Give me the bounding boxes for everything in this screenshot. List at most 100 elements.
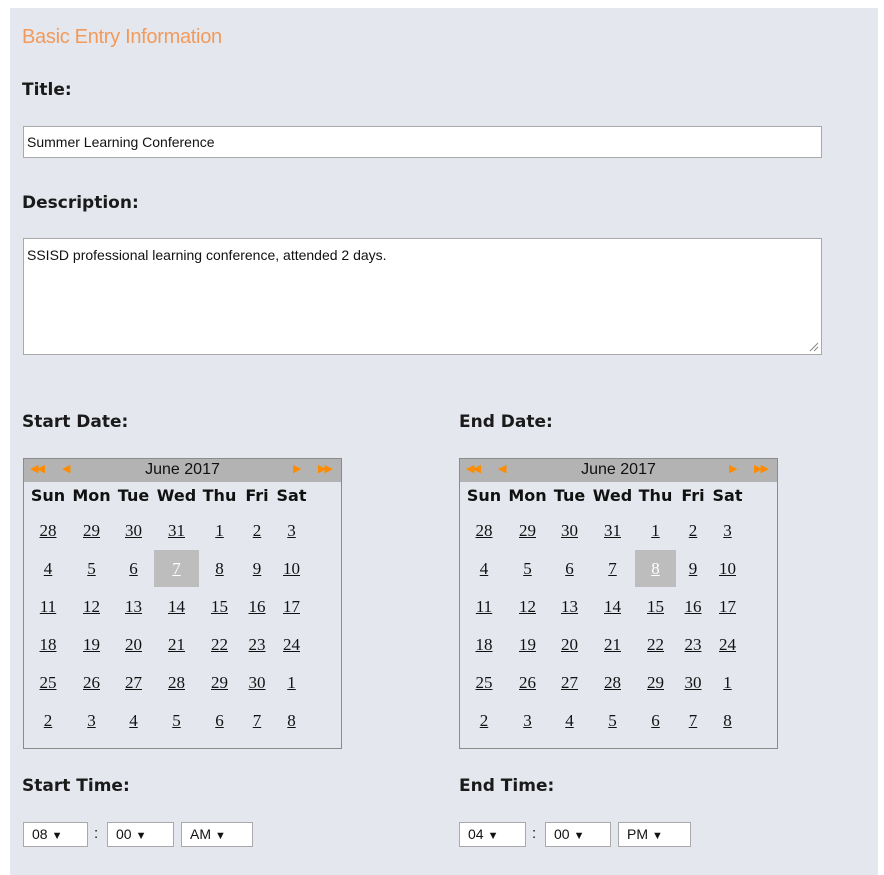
calendar-day[interactable]: 1 — [199, 512, 240, 549]
calendar-day[interactable]: 15 — [199, 588, 240, 625]
calendar-day[interactable]: 15 — [635, 588, 676, 625]
calendar-day[interactable]: 27 — [113, 664, 154, 701]
calendar-day[interactable]: 7 — [590, 550, 635, 587]
calendar-day[interactable]: 16 — [676, 588, 710, 625]
calendar-day[interactable]: 4 — [462, 550, 506, 587]
calendar-day[interactable]: 8 — [710, 702, 745, 739]
calendar-day[interactable]: 22 — [199, 626, 240, 663]
calendar-day[interactable]: 6 — [635, 702, 676, 739]
end-minute-value: 00 — [554, 826, 570, 842]
calendar-day[interactable]: 10 — [710, 550, 745, 587]
calendar-day[interactable]: 6 — [549, 550, 590, 587]
calendar-day[interactable]: 2 — [462, 702, 506, 739]
calendar-day[interactable]: 28 — [26, 512, 70, 549]
start-time-colon: : — [94, 825, 99, 842]
end-ampm-select[interactable]: PM ▼ — [618, 822, 691, 847]
start-hour-select[interactable]: 08 ▼ — [23, 822, 88, 847]
calendar-day[interactable]: 5 — [506, 550, 549, 587]
end-selected-day[interactable]: 8 — [635, 550, 676, 587]
calendar-day[interactable]: 3 — [70, 702, 113, 739]
calendar-day[interactable]: 7 — [240, 702, 274, 739]
calendar-day[interactable]: 4 — [26, 550, 70, 587]
calendar-day[interactable]: 29 — [199, 664, 240, 701]
calendar-day[interactable]: 28 — [590, 664, 635, 701]
calendar-day[interactable]: 24 — [710, 626, 745, 663]
calendar-day[interactable]: 11 — [462, 588, 506, 625]
calendar-day[interactable]: 5 — [154, 702, 199, 739]
calendar-day[interactable]: 1 — [710, 664, 745, 701]
calendar-day[interactable]: 29 — [506, 512, 549, 549]
resize-grip-icon[interactable] — [809, 342, 819, 352]
start-ampm-select[interactable]: AM ▼ — [181, 822, 253, 847]
weekday-label: Tue — [553, 486, 586, 505]
calendar-day[interactable]: 10 — [274, 550, 309, 587]
calendar-day[interactable]: 3 — [274, 512, 309, 549]
calendar-day[interactable]: 1 — [274, 664, 309, 701]
calendar-day[interactable]: 14 — [590, 588, 635, 625]
calendar-day[interactable]: 24 — [274, 626, 309, 663]
calendar-day[interactable]: 4 — [549, 702, 590, 739]
calendar-day[interactable]: 11 — [26, 588, 70, 625]
calendar-day[interactable]: 16 — [240, 588, 274, 625]
calendar-day[interactable]: 31 — [590, 512, 635, 549]
calendar-day[interactable]: 29 — [635, 664, 676, 701]
calendar-day[interactable]: 29 — [70, 512, 113, 549]
calendar-day[interactable]: 2 — [240, 512, 274, 549]
calendar-day[interactable]: 23 — [240, 626, 274, 663]
weekday-label: Sun — [30, 486, 66, 505]
calendar-day[interactable]: 27 — [549, 664, 590, 701]
calendar-day[interactable]: 22 — [635, 626, 676, 663]
calendar-day[interactable]: 2 — [26, 702, 70, 739]
calendar-day[interactable]: 26 — [70, 664, 113, 701]
end-calendar-week: 11 12 13 14 15 16 17 — [462, 588, 745, 625]
calendar-day[interactable]: 8 — [199, 550, 240, 587]
calendar-day[interactable]: 5 — [590, 702, 635, 739]
end-ampm-value: PM — [627, 826, 648, 842]
calendar-day[interactable]: 30 — [549, 512, 590, 549]
calendar-day[interactable]: 17 — [710, 588, 745, 625]
calendar-day[interactable]: 30 — [113, 512, 154, 549]
calendar-day[interactable]: 17 — [274, 588, 309, 625]
calendar-day[interactable]: 25 — [462, 664, 506, 701]
calendar-day[interactable]: 13 — [549, 588, 590, 625]
calendar-day[interactable]: 2 — [676, 512, 710, 549]
calendar-day[interactable]: 23 — [676, 626, 710, 663]
calendar-day[interactable]: 3 — [506, 702, 549, 739]
calendar-day[interactable]: 9 — [676, 550, 710, 587]
calendar-day[interactable]: 30 — [676, 664, 710, 701]
end-hour-select[interactable]: 04 ▼ — [459, 822, 526, 847]
calendar-day[interactable]: 5 — [70, 550, 113, 587]
start-minute-select[interactable]: 00 ▼ — [107, 822, 174, 847]
calendar-day[interactable]: 9 — [240, 550, 274, 587]
calendar-day[interactable]: 28 — [154, 664, 199, 701]
calendar-day[interactable]: 28 — [462, 512, 506, 549]
calendar-day[interactable]: 3 — [710, 512, 745, 549]
calendar-day[interactable]: 20 — [113, 626, 154, 663]
calendar-day[interactable]: 6 — [113, 550, 154, 587]
calendar-day[interactable]: 1 — [635, 512, 676, 549]
calendar-day[interactable]: 12 — [506, 588, 549, 625]
calendar-day[interactable]: 6 — [199, 702, 240, 739]
calendar-day[interactable]: 21 — [154, 626, 199, 663]
calendar-day[interactable]: 4 — [113, 702, 154, 739]
calendar-day[interactable]: 26 — [506, 664, 549, 701]
start-calendar-week: 28 29 30 31 1 2 3 — [26, 512, 309, 549]
description-textarea[interactable]: SSISD professional learning conference, … — [23, 238, 822, 355]
calendar-day[interactable]: 12 — [70, 588, 113, 625]
calendar-day[interactable]: 18 — [462, 626, 506, 663]
calendar-day[interactable]: 8 — [274, 702, 309, 739]
calendar-day[interactable]: 31 — [154, 512, 199, 549]
calendar-day[interactable]: 13 — [113, 588, 154, 625]
calendar-day[interactable]: 20 — [549, 626, 590, 663]
calendar-day[interactable]: 30 — [240, 664, 274, 701]
end-minute-select[interactable]: 00 ▼ — [545, 822, 611, 847]
calendar-day[interactable]: 25 — [26, 664, 70, 701]
start-selected-day[interactable]: 7 — [154, 550, 199, 587]
calendar-day[interactable]: 18 — [26, 626, 70, 663]
calendar-day[interactable]: 19 — [70, 626, 113, 663]
calendar-day[interactable]: 21 — [590, 626, 635, 663]
title-input[interactable]: Summer Learning Conference — [23, 126, 822, 158]
calendar-day[interactable]: 14 — [154, 588, 199, 625]
calendar-day[interactable]: 7 — [676, 702, 710, 739]
calendar-day[interactable]: 19 — [506, 626, 549, 663]
